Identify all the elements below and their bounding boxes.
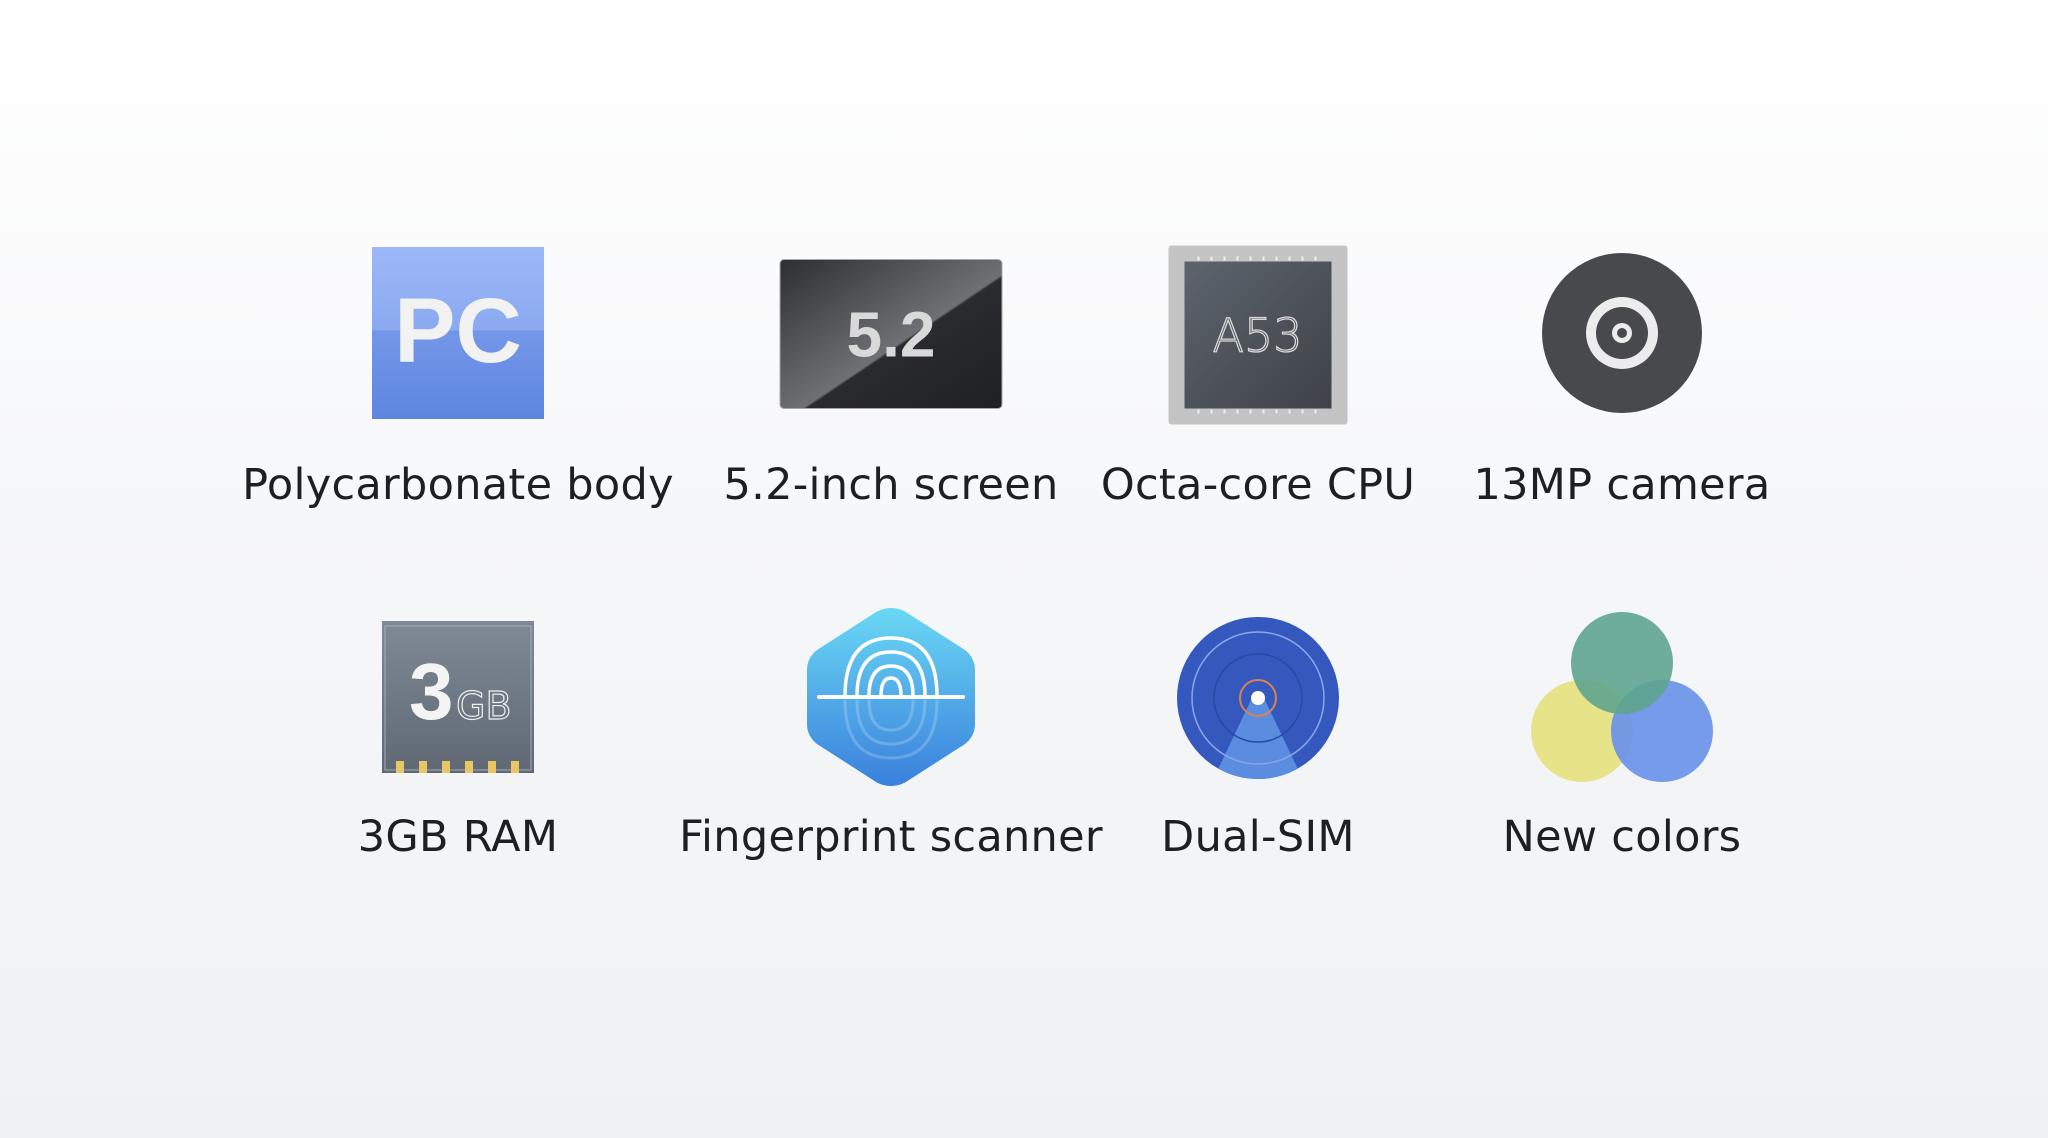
fingerprint-icon bbox=[807, 608, 975, 786]
feature-label: Polycarbonate body bbox=[242, 460, 674, 510]
svg-text:GB: GB bbox=[456, 684, 512, 728]
svg-text:5.2: 5.2 bbox=[847, 299, 936, 371]
dual-sim-signal-icon bbox=[1177, 617, 1339, 779]
svg-text:A53: A53 bbox=[1212, 309, 1302, 363]
screen-icon: 5.2 bbox=[779, 259, 1003, 409]
camera-lens-icon bbox=[1542, 253, 1702, 413]
feature-label: 13MP camera bbox=[1473, 460, 1771, 510]
feature-label: 3GB RAM bbox=[357, 812, 559, 862]
feature-label: New colors bbox=[1502, 812, 1742, 862]
color-circles-icon bbox=[1531, 612, 1713, 782]
svg-text:3: 3 bbox=[409, 647, 454, 736]
svg-text:PC: PC bbox=[394, 280, 522, 382]
polycarbonate-pc-icon: PC bbox=[372, 247, 544, 419]
ram-chip-icon: 3 GB bbox=[382, 621, 534, 773]
cpu-chip-icon: A53 bbox=[1168, 245, 1348, 425]
